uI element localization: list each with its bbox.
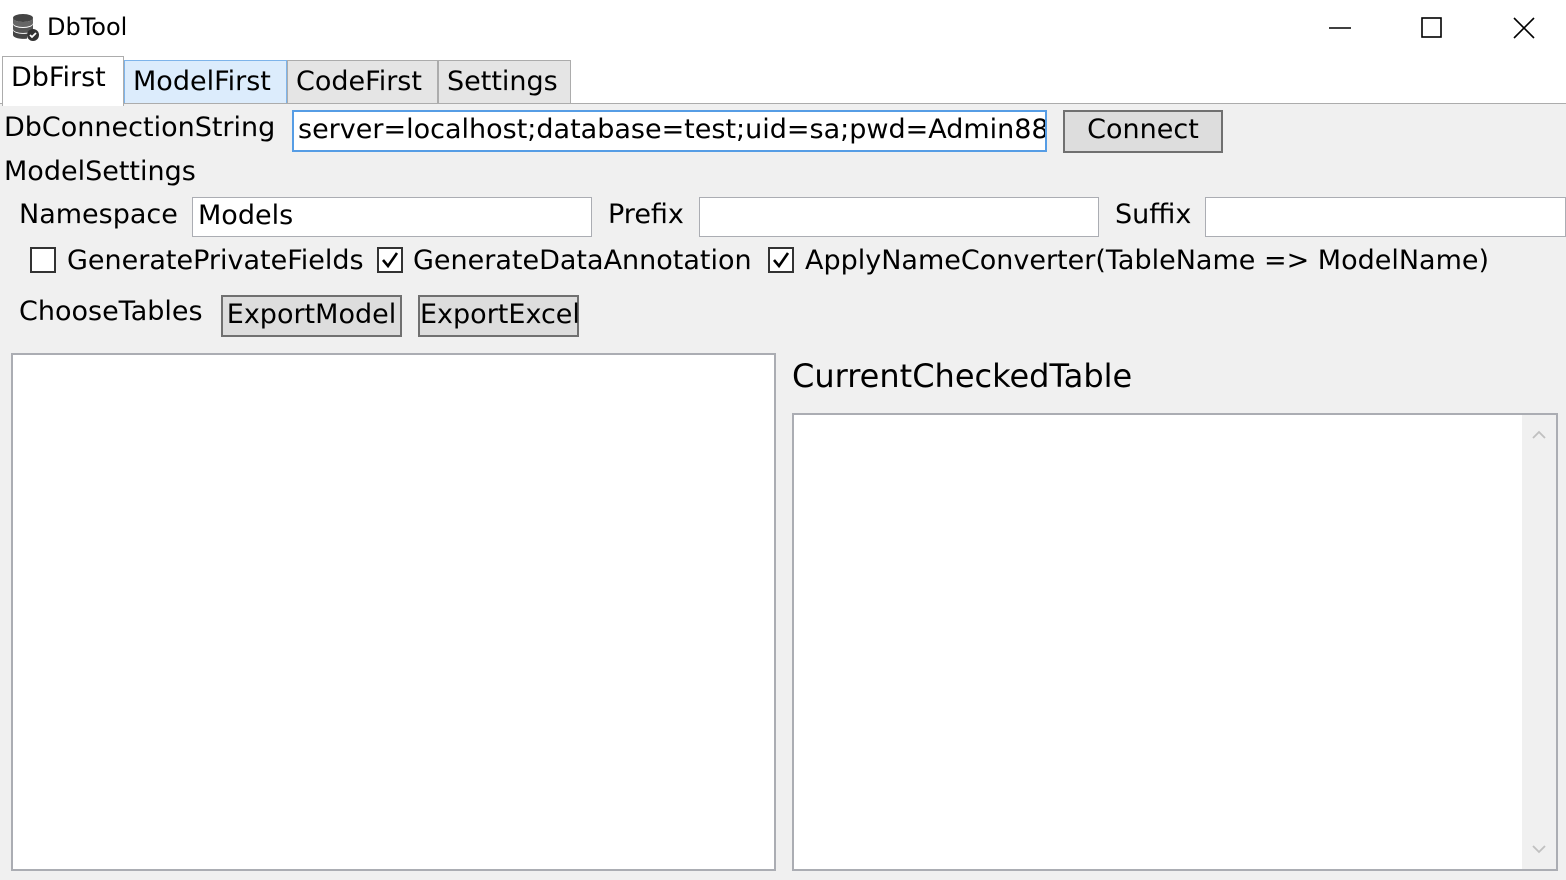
chevron-up-icon[interactable] — [1522, 417, 1556, 453]
checkmark-icon — [382, 252, 399, 269]
connection-string-input[interactable]: server=localhost;database=test;uid=sa;pw… — [292, 110, 1047, 152]
tab-strip: DbFirst ModelFirst CodeFirst Settings — [0, 56, 1566, 106]
minimize-button[interactable] — [1294, 0, 1386, 56]
current-table-textarea[interactable] — [792, 413, 1558, 871]
generate-data-annotation-checkbox[interactable] — [377, 247, 403, 273]
database-icon — [10, 12, 40, 42]
apply-name-converter-label[interactable]: ApplyNameConverter(TableName => ModelNam… — [805, 243, 1489, 279]
tab-settings[interactable]: Settings — [438, 60, 571, 104]
generate-private-fields-label[interactable]: GeneratePrivateFields — [67, 243, 364, 279]
window-title: DbTool — [47, 13, 128, 41]
namespace-input[interactable]: Models — [192, 197, 592, 237]
namespace-label: Namespace — [19, 199, 178, 230]
export-model-button[interactable]: ExportModel — [221, 295, 402, 337]
choose-tables-label: ChooseTables — [19, 296, 203, 327]
export-excel-button[interactable]: ExportExcel — [418, 295, 580, 337]
tab-codefirst[interactable]: CodeFirst — [287, 60, 438, 104]
chevron-down-icon[interactable] — [1522, 831, 1556, 867]
vertical-scrollbar[interactable] — [1522, 415, 1556, 869]
maximize-button[interactable] — [1386, 0, 1478, 56]
checkmark-icon — [773, 252, 790, 269]
app-window: DbTool DbFirst ModelFirst CodeFirst Sett… — [0, 0, 1566, 880]
minimize-icon — [1329, 17, 1351, 39]
connection-string-label: DbConnectionString — [4, 112, 276, 143]
prefix-input[interactable] — [699, 197, 1099, 237]
connect-button[interactable]: Connect — [1063, 110, 1223, 153]
generate-data-annotation-label[interactable]: GenerateDataAnnotation — [413, 243, 752, 279]
suffix-input[interactable] — [1205, 197, 1566, 237]
generate-private-fields-checkbox[interactable] — [30, 247, 56, 273]
title-bar[interactable]: DbTool — [0, 0, 1566, 56]
tables-list[interactable] — [11, 353, 776, 871]
tab-content-border — [0, 103, 1566, 104]
maximize-icon — [1421, 17, 1443, 39]
tab-modelfirst[interactable]: ModelFirst — [124, 60, 287, 104]
tab-dbfirst[interactable]: DbFirst — [2, 56, 124, 106]
suffix-label: Suffix — [1115, 199, 1192, 230]
prefix-label: Prefix — [608, 199, 684, 230]
close-button[interactable] — [1478, 0, 1566, 56]
model-settings-header: ModelSettings — [4, 156, 196, 187]
current-checked-table-label: CurrentCheckedTable — [792, 357, 1133, 395]
apply-name-converter-checkbox[interactable] — [768, 247, 794, 273]
close-icon — [1513, 17, 1535, 39]
